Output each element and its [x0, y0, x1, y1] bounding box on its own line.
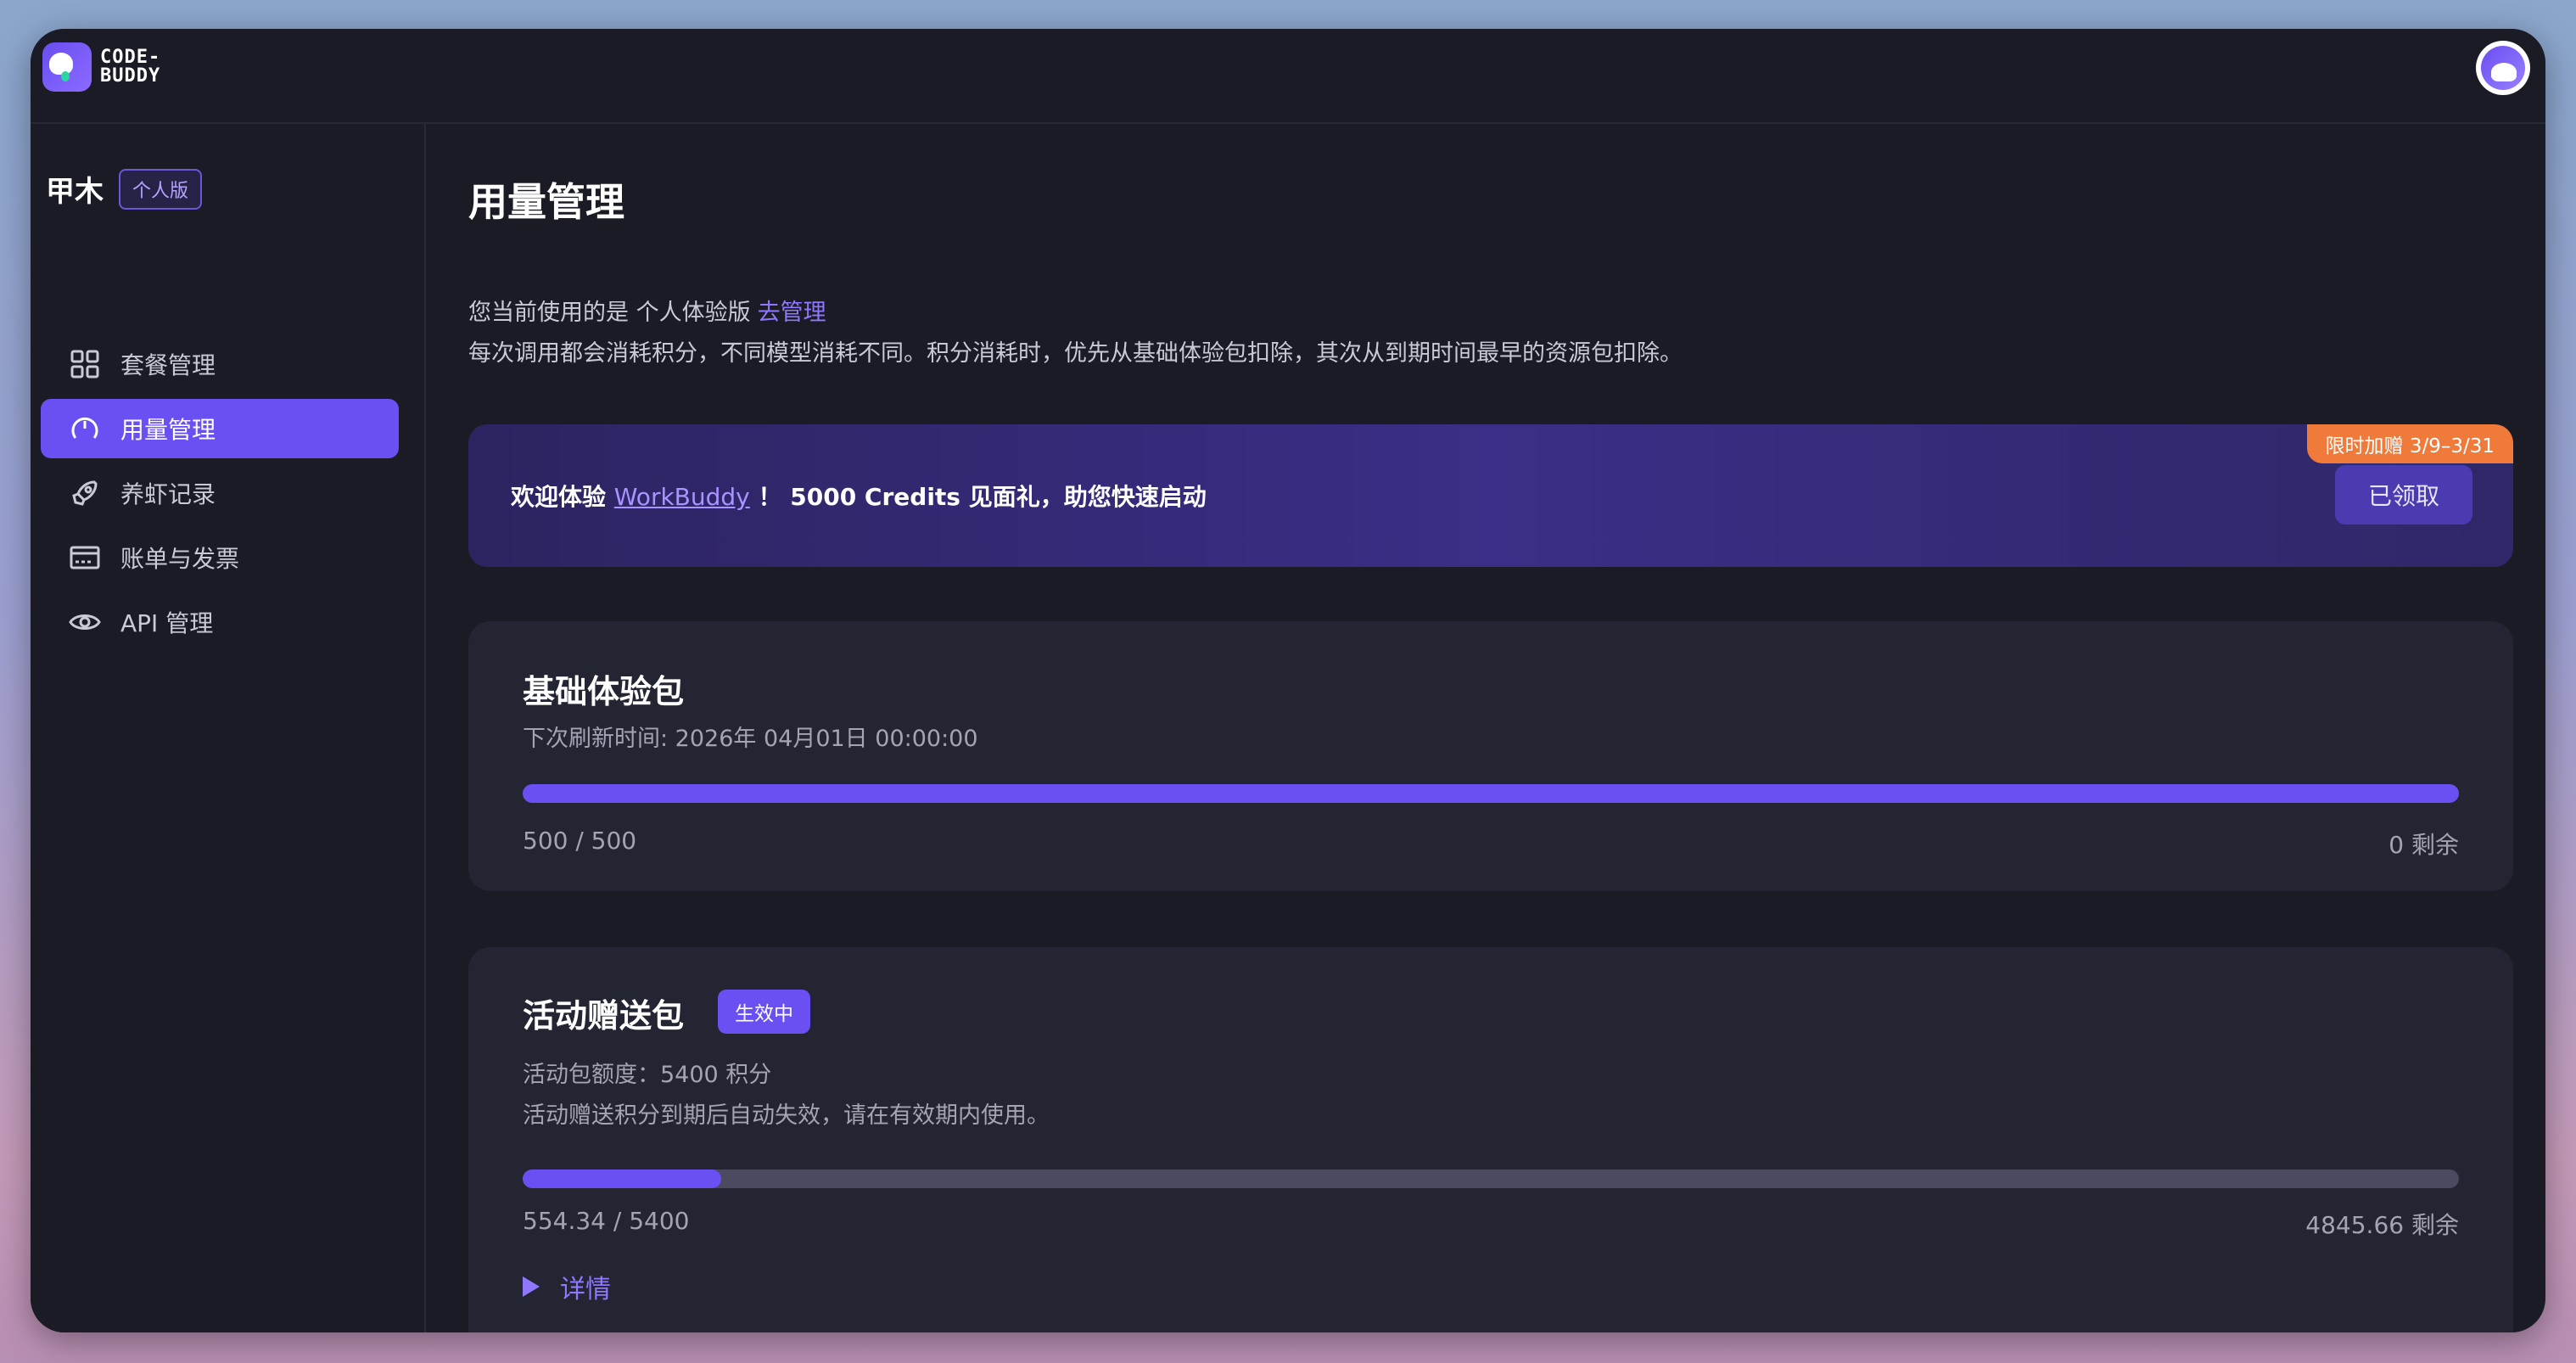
eye-icon	[68, 605, 102, 639]
logo-text: CODE- BUDDY	[100, 47, 161, 87]
sidebar-item-label: API 管理	[120, 609, 214, 637]
gauge-icon	[68, 412, 102, 446]
activity-pack-used: 554.34 / 5400	[523, 1207, 690, 1235]
promo-banner: 欢迎体验 WorkBuddy ！ 5000 Credits 见面礼，助您快速启动…	[468, 424, 2513, 567]
refresh-time: 下次刷新时间: 2026年 04月01日 00:00:00	[523, 726, 978, 752]
app-window: CODE- BUDDY 甲木 个人版 套餐管理 用量管理 养虾记录 账单与发票 …	[31, 29, 2545, 1332]
workbuddy-link[interactable]: WorkBuddy	[614, 483, 750, 511]
manage-plan-link[interactable]: 去管理	[758, 300, 826, 326]
page-title: 用量管理	[468, 179, 624, 225]
basic-pack-card: 基础体验包 下次刷新时间: 2026年 04月01日 00:00:00 500 …	[468, 621, 2513, 891]
sidebar-item-shrimp-records[interactable]: 养虾记录	[41, 463, 399, 523]
user-avatar[interactable]	[2476, 41, 2530, 95]
basic-pack-remaining: 0 剩余	[2388, 831, 2459, 859]
credit-card-icon	[68, 541, 102, 575]
sidebar-item-billing[interactable]: 账单与发票	[41, 528, 399, 587]
basic-pack-progress-fill	[523, 784, 2459, 803]
activity-pack-title: 活动赠送包	[523, 997, 685, 1035]
usage-description: 每次调用都会消耗积分，不同模型消耗不同。积分消耗时，优先从基础体验包扣除，其次从…	[468, 340, 1683, 367]
promo-text: 欢迎体验 WorkBuddy ！ 5000 Credits 见面礼，助您快速启动	[511, 483, 1207, 511]
user-info: 甲木 个人版	[46, 168, 203, 210]
sidebar-item-api[interactable]: API 管理	[41, 592, 399, 652]
rocket-icon	[68, 476, 102, 510]
activity-pack-card: 活动赠送包 生效中 活动包额度：5400 积分 活动赠送积分到期后自动失效，请在…	[468, 947, 2513, 1332]
activity-note: 活动赠送积分到期后自动失效，请在有效期内使用。	[523, 1102, 1050, 1129]
sidebar: 甲木 个人版 套餐管理 用量管理 养虾记录 账单与发票 API 管理	[31, 124, 426, 1332]
main-content: 用量管理 您当前使用的是 个人体验版 去管理 每次调用都会消耗积分，不同模型消耗不…	[428, 124, 2545, 1332]
basic-pack-used: 500 / 500	[523, 827, 637, 855]
sidebar-item-label: 账单与发票	[120, 545, 240, 573]
claimed-button[interactable]: 已领取	[2335, 465, 2472, 524]
sidebar-item-label: 养虾记录	[120, 480, 216, 508]
details-toggle[interactable]: 详情	[523, 1268, 611, 1305]
sidebar-item-plans[interactable]: 套餐管理	[41, 334, 399, 394]
sidebar-item-label: 用量管理	[120, 416, 216, 444]
activity-pack-progress-bar	[523, 1169, 2459, 1188]
play-triangle-icon	[523, 1276, 540, 1297]
plan-badge: 个人版	[119, 168, 203, 210]
codebuddy-logo[interactable]: CODE- BUDDY	[42, 42, 160, 92]
activity-pack-remaining: 4845.66 剩余	[2305, 1211, 2459, 1239]
current-plan-text: 您当前使用的是 个人体验版 去管理	[468, 300, 826, 326]
logo-icon	[42, 42, 92, 92]
basic-pack-progress-bar	[523, 784, 2459, 803]
grid-icon	[68, 347, 102, 381]
top-bar: CODE- BUDDY	[31, 29, 2545, 124]
limited-time-tag: 限时加赠 3/9–3/31	[2306, 424, 2513, 463]
details-label: 详情	[560, 1275, 611, 1304]
sidebar-item-label: 套餐管理	[120, 351, 216, 379]
sidebar-nav: 套餐管理 用量管理 养虾记录 账单与发票 API 管理	[41, 334, 399, 657]
status-badge: 生效中	[718, 990, 810, 1034]
basic-pack-title: 基础体验包	[523, 673, 685, 710]
user-name: 甲木	[46, 175, 104, 209]
sidebar-item-usage[interactable]: 用量管理	[41, 399, 399, 458]
activity-quota: 活动包额度：5400 积分	[523, 1062, 772, 1088]
activity-pack-progress-fill	[523, 1169, 722, 1188]
